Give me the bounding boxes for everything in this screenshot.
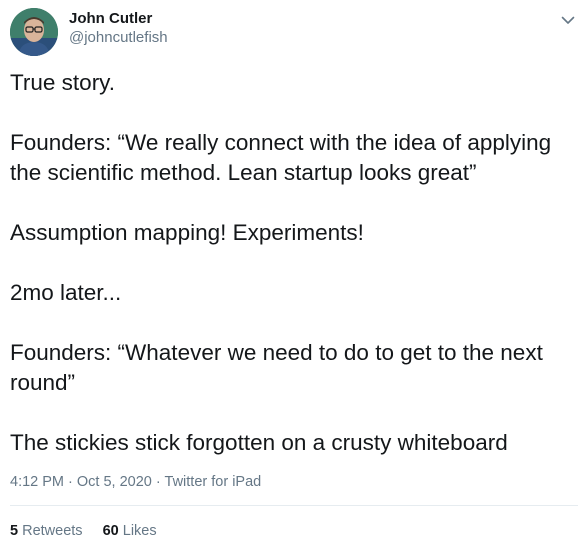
tweet-paragraph: Assumption mapping! Experiments! (10, 220, 364, 245)
tweet-time[interactable]: 4:12 PM (10, 474, 64, 490)
tweet-header: John Cutler @johncutlefish (10, 4, 578, 56)
tweet-paragraph: Founders: “We really connect with the id… (10, 130, 558, 185)
retweets-label: Retweets (22, 523, 83, 539)
retweets-stat[interactable]: 5 Retweets (10, 521, 83, 541)
avatar[interactable] (10, 8, 58, 56)
tweet-paragraph: The stickies stick forgotten on a crusty… (10, 430, 508, 455)
author-display-name[interactable]: John Cutler (69, 10, 168, 28)
divider (10, 505, 578, 506)
retweets-count: 5 (10, 523, 19, 539)
meta-separator: · (155, 474, 161, 490)
likes-stat[interactable]: 60 Likes (103, 521, 157, 541)
tweet-date[interactable]: Oct 5, 2020 (77, 474, 152, 490)
tweet-card: John Cutler @johncutlefish True story. F… (0, 0, 588, 552)
tweet-source[interactable]: Twitter for iPad (165, 474, 262, 490)
chevron-down-icon (561, 16, 575, 24)
tweet-paragraph: 2mo later... (10, 280, 122, 305)
meta-separator: · (68, 474, 73, 490)
author-names[interactable]: John Cutler @johncutlefish (69, 10, 168, 48)
author-handle[interactable]: @johncutlefish (69, 28, 168, 48)
tweet-paragraph: Founders: “Whatever we need to do to get… (10, 340, 550, 395)
tweet-menu-button[interactable] (558, 10, 578, 30)
tweet-stats: 5 Retweets 60 Likes (10, 521, 173, 541)
likes-label: Likes (122, 523, 157, 539)
profile-photo-icon (10, 8, 58, 56)
tweet-text: True story. Founders: “We really connect… (10, 68, 576, 458)
tweet-meta: 4:12 PM · Oct 5, 2020 · Twitter for iPad (10, 472, 261, 492)
tweet-paragraph: True story. (10, 70, 116, 95)
likes-count: 60 (102, 523, 119, 539)
